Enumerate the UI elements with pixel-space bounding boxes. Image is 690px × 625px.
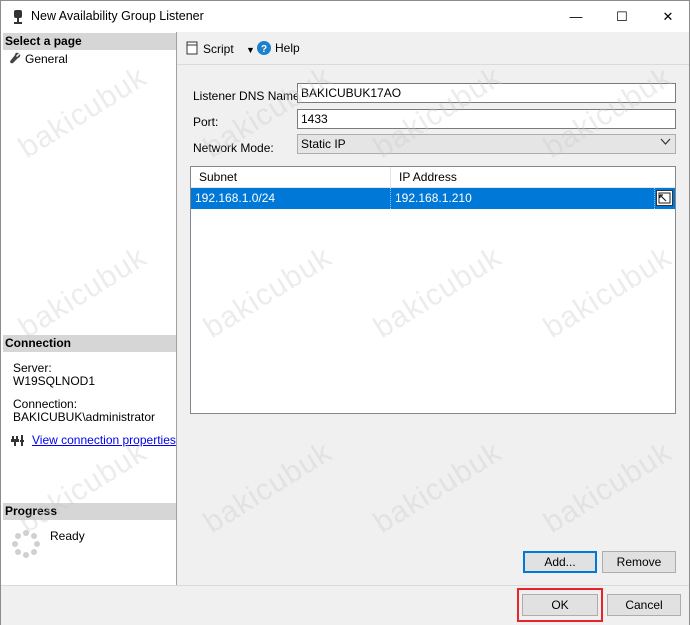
table-row[interactable]: 192.168.1.0/24 192.168.1.210 bbox=[191, 188, 675, 209]
chevron-down-icon bbox=[660, 136, 671, 150]
watermark: bakicubuk bbox=[537, 435, 678, 540]
view-connection-properties-link[interactable]: View connection properties bbox=[32, 433, 176, 447]
remove-button[interactable]: Remove bbox=[602, 551, 676, 573]
svg-text:?: ? bbox=[261, 44, 267, 55]
edit-ip-address-button[interactable] bbox=[656, 190, 673, 206]
cancel-button[interactable]: Cancel bbox=[607, 594, 681, 616]
script-button[interactable]: Script ▼ bbox=[185, 41, 255, 56]
title-bar: New Availability Group Listener — ☐ ✕ bbox=[1, 1, 689, 32]
progress-spinner-icon bbox=[12, 530, 40, 558]
connection-plug-icon bbox=[11, 435, 24, 446]
close-button[interactable]: ✕ bbox=[645, 1, 690, 32]
chevron-down-icon[interactable]: ▼ bbox=[246, 45, 255, 55]
cell-ip-address[interactable]: 192.168.1.210 bbox=[391, 188, 655, 209]
minimize-button[interactable]: — bbox=[553, 1, 599, 32]
network-mode-select[interactable]: Static IP bbox=[297, 134, 676, 154]
script-label: Script bbox=[203, 42, 234, 56]
connection-heading: Connection bbox=[3, 335, 176, 352]
help-label: Help bbox=[275, 41, 300, 55]
script-icon bbox=[186, 41, 198, 55]
add-button[interactable]: Add... bbox=[523, 551, 597, 573]
watermark: bakicubuk bbox=[367, 435, 508, 540]
ip-address-grid[interactable]: Subnet IP Address 192.168.1.0/24 192.168… bbox=[190, 166, 676, 414]
connection-value: BAKICUBUK\administrator bbox=[13, 410, 156, 424]
column-header-subnet[interactable]: Subnet bbox=[191, 167, 391, 187]
view-connection-properties[interactable]: View connection properties bbox=[11, 433, 176, 447]
network-mode-value: Static IP bbox=[301, 137, 346, 151]
edit-cell-icon bbox=[658, 192, 671, 204]
progress-heading: Progress bbox=[3, 503, 176, 520]
port-input[interactable] bbox=[297, 109, 676, 129]
column-header-ip-address[interactable]: IP Address bbox=[391, 167, 675, 187]
connection-label: Connection: bbox=[13, 397, 78, 411]
database-listener-icon bbox=[14, 10, 22, 24]
dns-name-input[interactable] bbox=[297, 83, 676, 103]
page-item-general[interactable]: General bbox=[9, 52, 68, 66]
server-label: Server: bbox=[13, 361, 52, 375]
dns-name-label: Listener DNS Name: bbox=[193, 89, 304, 103]
maximize-button[interactable]: ☐ bbox=[599, 1, 645, 32]
progress-status: Ready bbox=[50, 529, 85, 543]
select-page-heading: Select a page bbox=[3, 33, 176, 50]
cell-subnet[interactable]: 192.168.1.0/24 bbox=[191, 188, 391, 209]
ok-button-highlight bbox=[517, 588, 603, 622]
left-pane: Select a page General Connection Server:… bbox=[1, 32, 177, 585]
toolbar: Script ▼ ? Help bbox=[177, 32, 689, 65]
wrench-icon bbox=[10, 52, 21, 64]
help-icon: ? bbox=[257, 41, 271, 55]
grid-header: Subnet IP Address bbox=[191, 167, 675, 188]
network-mode-label: Network Mode: bbox=[193, 141, 274, 155]
dialog-window: New Availability Group Listener — ☐ ✕ Se… bbox=[0, 0, 690, 625]
help-button[interactable]: ? Help bbox=[257, 41, 300, 55]
watermark: bakicubuk bbox=[197, 435, 338, 540]
server-value: W19SQLNOD1 bbox=[13, 374, 96, 388]
port-label: Port: bbox=[193, 115, 219, 129]
window-title: New Availability Group Listener bbox=[31, 9, 204, 23]
page-item-label: General bbox=[25, 52, 68, 66]
